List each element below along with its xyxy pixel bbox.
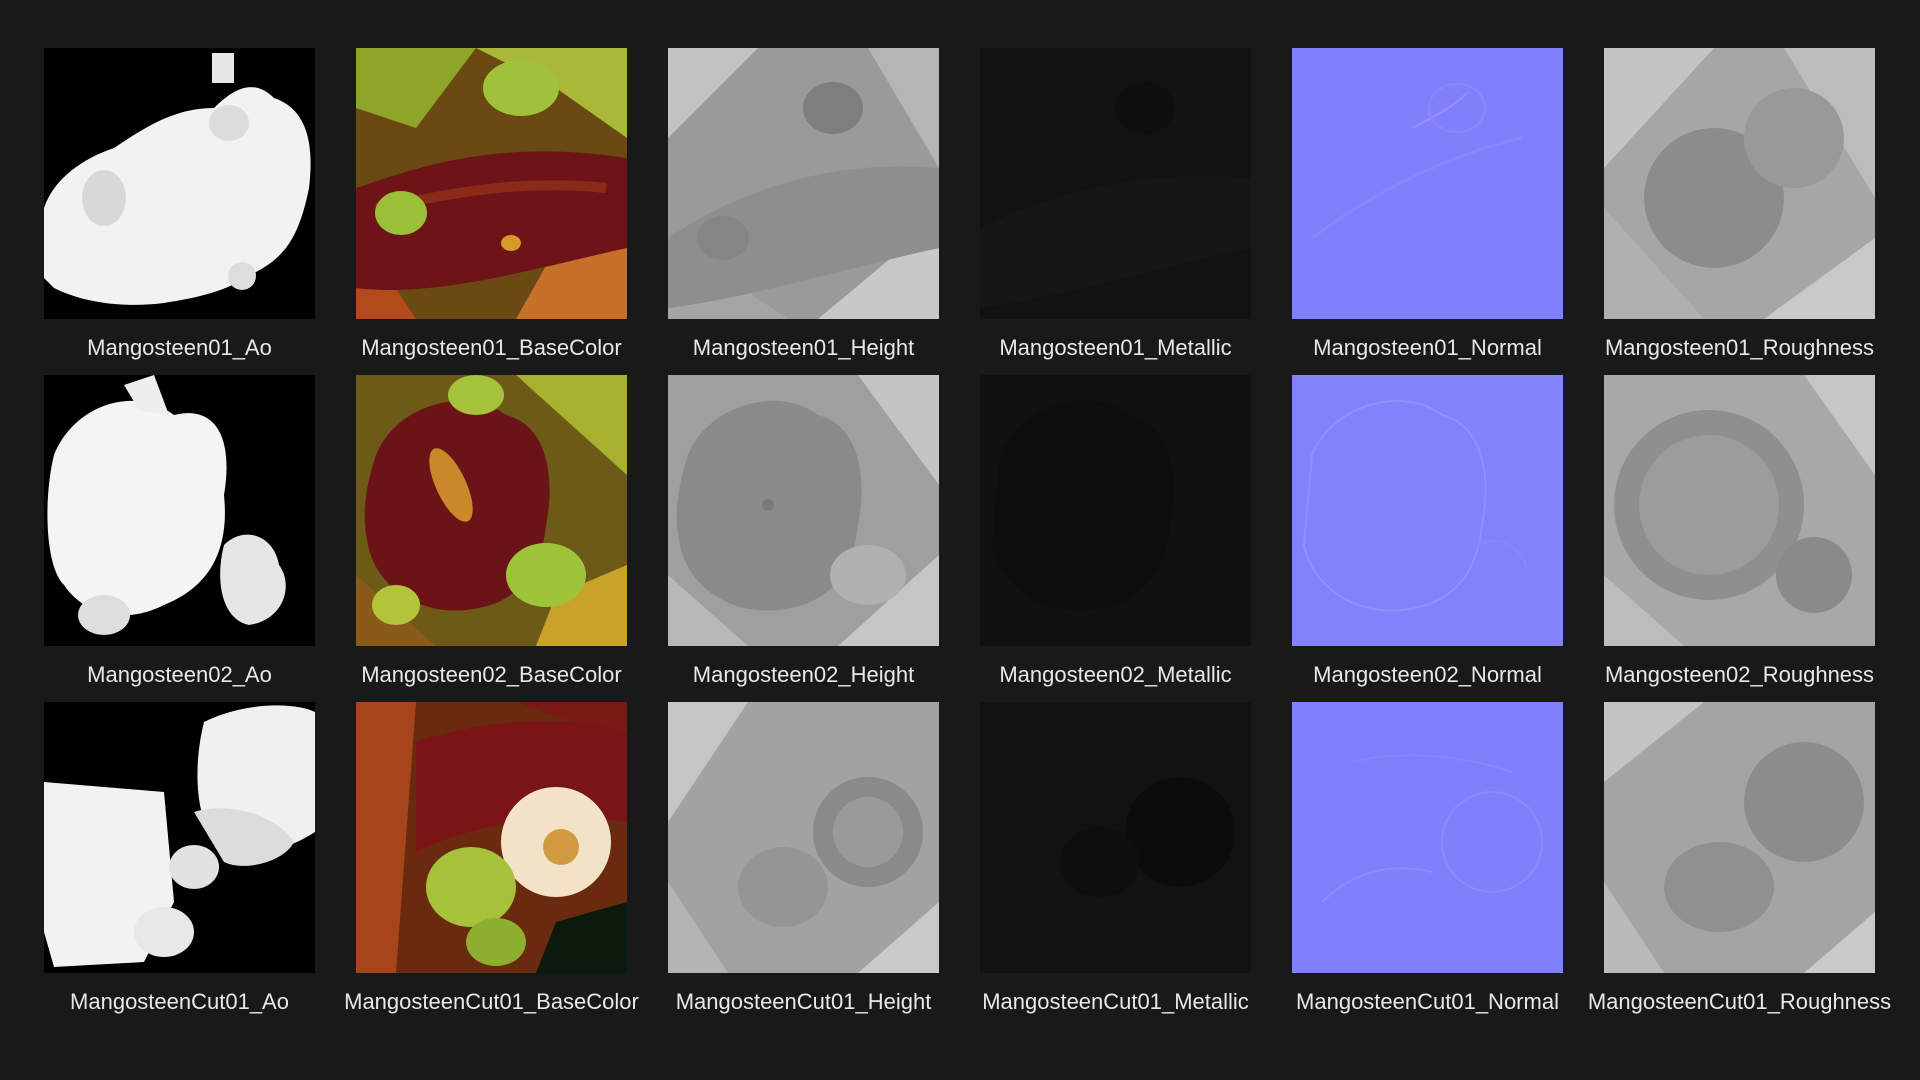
file-name-label: Mangosteen01_Roughness bbox=[1604, 335, 1875, 360]
normal-map-thumbnail[interactable] bbox=[1292, 48, 1563, 319]
normal-map-thumbnail[interactable] bbox=[1292, 375, 1563, 646]
basecolor-map-thumbnail[interactable] bbox=[356, 702, 627, 973]
file-name-label: Mangosteen02_Normal bbox=[1313, 662, 1542, 687]
file-name-label: MangosteenCut01_Metallic bbox=[982, 989, 1249, 1014]
basecolor-map-thumbnail[interactable] bbox=[356, 48, 627, 319]
height-map-thumbnail[interactable] bbox=[668, 702, 939, 973]
file-name-label: MangosteenCut01_Normal bbox=[1296, 989, 1559, 1014]
file-name-label: Mangosteen01_Ao bbox=[87, 335, 272, 360]
file-name-label: MangosteenCut01_BaseColor bbox=[344, 989, 639, 1014]
roughness-map-thumbnail[interactable] bbox=[1604, 702, 1875, 973]
file-name-label: Mangosteen01_BaseColor bbox=[361, 335, 622, 360]
file-name-label: Mangosteen01_Height bbox=[692, 335, 915, 360]
file-name-label: MangosteenCut01_Height bbox=[675, 989, 932, 1014]
metallic-map-thumbnail[interactable] bbox=[980, 702, 1251, 973]
file-name-label: Mangosteen01_Normal bbox=[1313, 335, 1542, 360]
height-map-thumbnail[interactable] bbox=[668, 48, 939, 319]
metallic-map-thumbnail[interactable] bbox=[980, 48, 1251, 319]
roughness-map-thumbnail[interactable] bbox=[1604, 375, 1875, 646]
file-name-label: Mangosteen02_BaseColor bbox=[361, 662, 622, 687]
height-map-thumbnail[interactable] bbox=[668, 375, 939, 646]
texture-thumbnail-grid: Mangosteen01_Ao Mangosteen01_BaseColor M… bbox=[0, 0, 1920, 1080]
file-name-label: Mangosteen02_Roughness bbox=[1604, 662, 1875, 687]
ao-map-thumbnail[interactable] bbox=[44, 48, 315, 319]
ao-map-thumbnail[interactable] bbox=[44, 702, 315, 973]
file-name-label: Mangosteen02_Ao bbox=[87, 662, 272, 687]
file-name-label: Mangosteen02_Height bbox=[692, 662, 915, 687]
file-name-label: MangosteenCut01_Roughness bbox=[1587, 989, 1892, 1014]
basecolor-map-thumbnail[interactable] bbox=[356, 375, 627, 646]
file-name-label: Mangosteen01_Metallic bbox=[999, 335, 1232, 360]
normal-map-thumbnail[interactable] bbox=[1292, 702, 1563, 973]
ao-map-thumbnail[interactable] bbox=[44, 375, 315, 646]
file-name-label: MangosteenCut01_Ao bbox=[70, 989, 289, 1014]
file-name-label: Mangosteen02_Metallic bbox=[999, 662, 1232, 687]
metallic-map-thumbnail[interactable] bbox=[980, 375, 1251, 646]
roughness-map-thumbnail[interactable] bbox=[1604, 48, 1875, 319]
